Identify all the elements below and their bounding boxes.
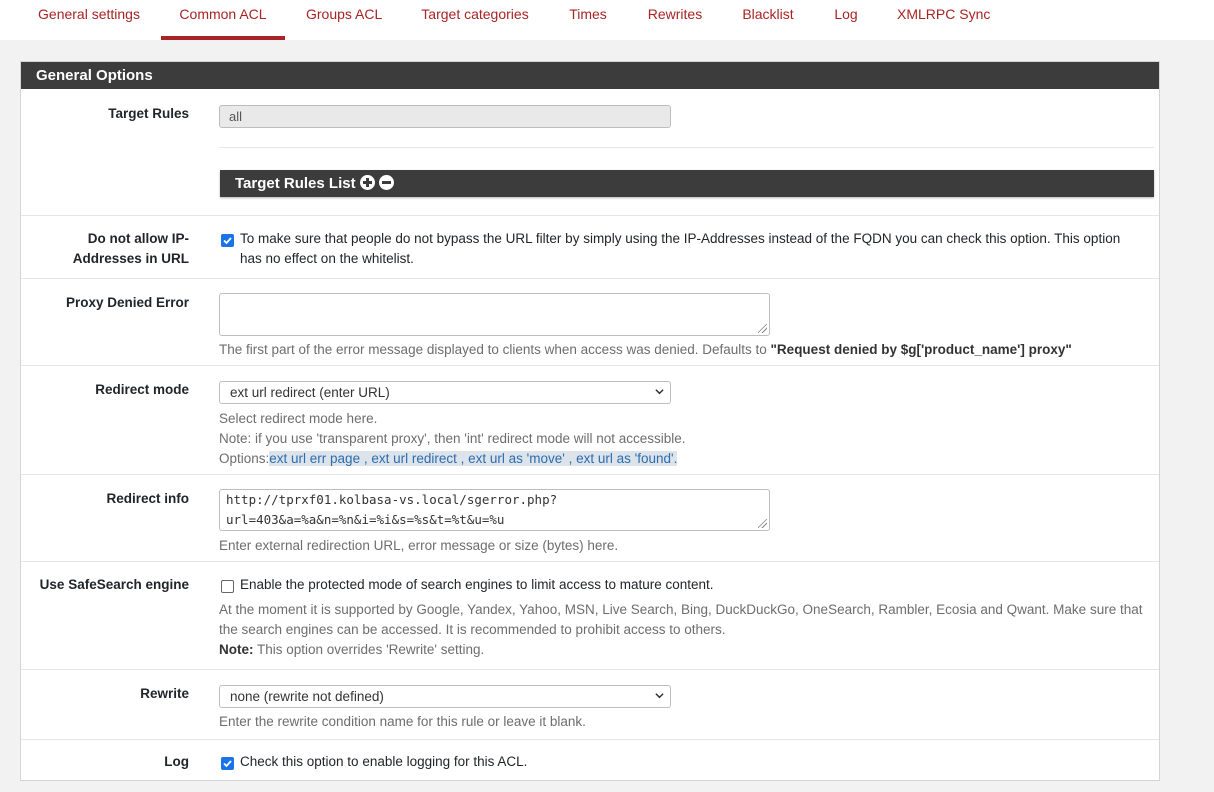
target-rules-row: Target Rules all Target Rules List: [21, 89, 1159, 215]
tab-rewrites[interactable]: Rewrites: [647, 0, 703, 40]
proxy-denied-textarea[interactable]: [219, 293, 770, 336]
option-ext-url-as-found[interactable]: ext url as 'found'.: [576, 451, 678, 466]
tab-bar: General settings Common ACL Groups ACL T…: [0, 0, 1214, 40]
ip-address-label-line2: Addresses in URL: [72, 251, 189, 266]
general-options-panel: General Options Target Rules all Target …: [20, 61, 1160, 781]
proxy-denied-help-text: The first part of the error message disp…: [219, 342, 771, 357]
tab-times[interactable]: Times: [568, 0, 608, 40]
option-ext-url-as-move[interactable]: ext url as 'move': [468, 451, 565, 466]
chevron-down-icon: [655, 693, 664, 699]
rewrite-help: Enter the rewrite condition name for thi…: [219, 714, 586, 729]
redirect-mode-select[interactable]: ext url redirect (enter URL): [219, 381, 671, 404]
divider: [219, 147, 1154, 148]
ip-address-checkbox[interactable]: [221, 234, 234, 247]
redirect-info-row: Redirect info http://tprxf01.kolbasa-vs.…: [21, 474, 1159, 561]
target-rules-list-title: Target Rules List: [235, 175, 356, 192]
redirect-mode-help1: Select redirect mode here.: [219, 411, 378, 426]
log-checkbox[interactable]: [221, 757, 234, 770]
tab-common-acl[interactable]: Common ACL: [161, 0, 285, 40]
log-text: Check this option to enable logging for …: [240, 754, 528, 769]
option-ext-url-redirect[interactable]: ext url redirect: [371, 451, 457, 466]
resize-grip-icon[interactable]: [758, 519, 767, 528]
redirect-info-line1: http://tprxf01.kolbasa-vs.local/sgerror.…: [226, 492, 558, 507]
safesearch-label: Use SafeSearch engine: [39, 577, 189, 592]
option-ext-url-err-page[interactable]: ext url err page: [269, 451, 361, 466]
proxy-denied-row: Proxy Denied Error The first part of the…: [21, 278, 1159, 365]
rewrite-label: Rewrite: [140, 686, 189, 701]
redirect-mode-selected: ext url redirect (enter URL): [230, 385, 390, 400]
redirect-info-textarea[interactable]: http://tprxf01.kolbasa-vs.local/sgerror.…: [219, 489, 770, 531]
rewrite-row: Rewrite none (rewrite not defined) Enter…: [21, 669, 1159, 739]
log-label: Log: [164, 754, 189, 769]
target-rules-list-header: Target Rules List: [220, 170, 1154, 197]
options-prefix: Options:: [219, 451, 270, 466]
option-separator: ,: [456, 451, 469, 466]
rewrite-select[interactable]: none (rewrite not defined): [219, 685, 671, 708]
tab-blacklist[interactable]: Blacklist: [741, 0, 795, 40]
safesearch-note-label: Note:: [219, 642, 254, 657]
proxy-denied-label: Proxy Denied Error: [65, 295, 189, 310]
redirect-mode-row: Redirect mode ext url redirect (enter UR…: [21, 365, 1159, 474]
resize-grip-icon[interactable]: [758, 324, 767, 333]
tab-log[interactable]: Log: [834, 0, 858, 40]
redirect-mode-label: Redirect mode: [95, 382, 189, 397]
safesearch-help: At the moment it is supported by Google,…: [219, 600, 1154, 660]
tab-xmlrpc-sync[interactable]: XMLRPC Sync: [897, 0, 990, 40]
panel-title: General Options: [21, 62, 1159, 89]
plus-circle-icon[interactable]: [359, 175, 375, 190]
ip-address-label: Do not allow IP- Addresses in URL: [19, 229, 189, 269]
target-rules-input[interactable]: all: [219, 105, 671, 128]
option-separator: ,: [360, 451, 372, 466]
ip-address-row: Do not allow IP- Addresses in URL To mak…: [21, 215, 1159, 278]
target-rules-label: Target Rules: [108, 106, 189, 121]
redirect-info-help: Enter external redirection URL, error me…: [219, 538, 619, 553]
safesearch-help-line1: At the moment it is supported by Google,…: [219, 602, 1143, 617]
safesearch-note-text: This option overrides 'Rewrite' setting.: [253, 642, 485, 657]
log-row: Log Check this option to enable logging …: [21, 739, 1159, 781]
minus-circle-icon[interactable]: [378, 175, 394, 190]
option-separator: ,: [564, 451, 577, 466]
ip-address-label-line1: Do not allow IP-: [87, 231, 189, 246]
safesearch-checkbox[interactable]: [221, 580, 234, 593]
proxy-denied-help: The first part of the error message disp…: [219, 340, 1072, 360]
chevron-down-icon: [655, 389, 664, 395]
safesearch-row: Use SafeSearch engine Enable the protect…: [21, 561, 1159, 669]
safesearch-note: Note: This option overrides 'Rewrite' se…: [219, 640, 1154, 660]
tab-groups-acl[interactable]: Groups ACL: [306, 0, 382, 40]
redirect-info-label: Redirect info: [106, 491, 189, 506]
ip-address-description: To make sure that people do not bypass t…: [240, 229, 1155, 269]
tab-general-settings[interactable]: General settings: [38, 0, 140, 40]
proxy-denied-default: "Request denied by $g['product_name'] pr…: [770, 342, 1072, 357]
rewrite-selected: none (rewrite not defined): [230, 689, 384, 704]
safesearch-text: Enable the protected mode of search engi…: [240, 577, 714, 592]
redirect-mode-options: Options:ext url err page , ext url redir…: [219, 449, 678, 469]
redirect-mode-help2: Note: if you use 'transparent proxy', th…: [219, 431, 686, 446]
tab-target-categories[interactable]: Target categories: [420, 0, 530, 40]
ip-address-text-line1: To make sure that people do not bypass t…: [240, 231, 1121, 246]
redirect-info-line2: url=403&a=%a&n=%n&i=%i&s=%s&t=%t&u=%u: [226, 512, 505, 527]
ip-address-text-line2: has no effect on the whitelist.: [240, 251, 414, 266]
safesearch-help-line2: the search engines can be accessed. It i…: [219, 622, 726, 637]
